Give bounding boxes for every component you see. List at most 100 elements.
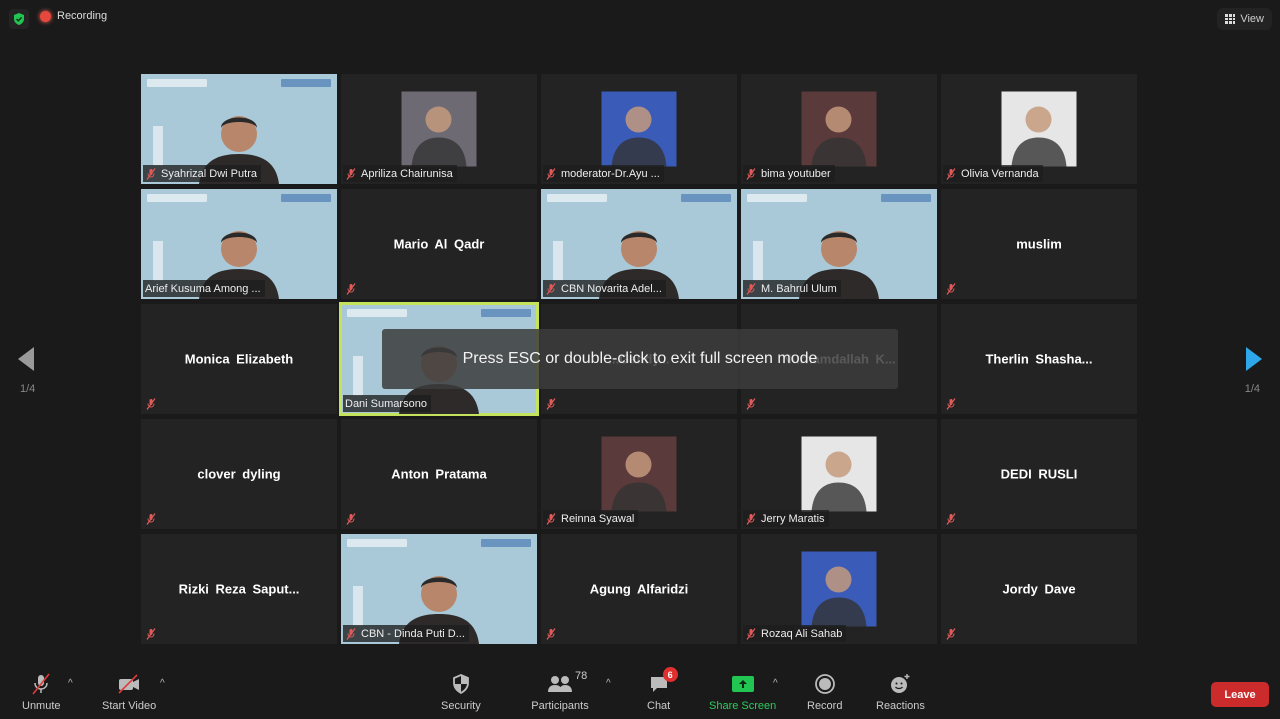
microphone-muted-icon: [945, 282, 957, 295]
start-video-button[interactable]: Start Video: [102, 672, 156, 712]
view-label: View: [1240, 13, 1264, 25]
share-screen-button[interactable]: Share Screen: [709, 672, 776, 712]
participant-tile[interactable]: moderator-Dr.Ayu ...: [541, 74, 737, 184]
participant-name: Rozaq Ali Sahab: [761, 627, 843, 640]
participant-tile[interactable]: M. Bahrul Ulum: [741, 189, 937, 299]
microphone-muted-icon: [745, 167, 757, 180]
microphone-muted-icon: [345, 282, 357, 295]
microphone-muted-icon: [345, 167, 357, 180]
participant-name: Reinna Syawal: [561, 512, 635, 525]
microphone-muted-icon: [545, 167, 557, 180]
participant-name-label: [943, 395, 961, 412]
share-options-caret-icon[interactable]: ^: [773, 678, 778, 689]
participant-tile[interactable]: Therlin Shasha...: [941, 304, 1137, 414]
background-building: [153, 126, 163, 166]
view-button[interactable]: View: [1217, 8, 1272, 30]
participant-name-label: [543, 395, 561, 412]
participant-name-label: [943, 510, 961, 527]
participant-tile[interactable]: Monica Elizabeth: [141, 304, 337, 414]
participant-tile[interactable]: Mario Al Qadr: [341, 189, 537, 299]
microphone-muted-icon: [545, 512, 557, 525]
background-building: [553, 241, 563, 281]
page-indicator-left: 1/4: [20, 383, 36, 395]
audio-options-caret-icon[interactable]: ^: [68, 678, 73, 689]
microphone-muted-icon: [145, 627, 157, 640]
participant-tile[interactable]: Olivia Vernanda: [941, 74, 1137, 184]
microphone-muted-icon: [945, 512, 957, 525]
recording-indicator[interactable]: Recording: [40, 10, 107, 22]
microphone-muted-icon: [145, 512, 157, 525]
participants-options-caret-icon[interactable]: ^: [606, 678, 611, 689]
participant-tile[interactable]: bima youtuber: [741, 74, 937, 184]
webinar-banner: [141, 74, 337, 102]
participant-name-label: Rozaq Ali Sahab: [743, 625, 847, 642]
participant-display-name: Monica Elizabeth: [184, 351, 294, 367]
participant-display-name: DEDI RUSLI: [1000, 466, 1078, 482]
microphone-muted-icon: [945, 397, 957, 410]
participant-name: Dani Sumarsono: [345, 397, 427, 410]
participant-profile-photo: [401, 91, 477, 167]
unmute-button[interactable]: Unmute: [22, 672, 61, 712]
participant-name: Apriliza Chairunisa: [361, 167, 453, 180]
unmute-label: Unmute: [22, 700, 61, 712]
microphone-muted-icon: [945, 167, 957, 180]
participant-tile[interactable]: Anton Pratama: [341, 419, 537, 529]
participant-name-label: [143, 510, 161, 527]
participant-display-name: clover dyling: [197, 466, 281, 482]
participant-tile[interactable]: Syahrizal Dwi Putra: [141, 74, 337, 184]
participant-name-label: [543, 625, 561, 642]
participant-profile-photo: [801, 436, 877, 512]
participant-name: CBN - Dinda Puti D...: [361, 627, 465, 640]
participant-tile[interactable]: muslim: [941, 189, 1137, 299]
previous-page-arrow-icon[interactable]: [18, 347, 34, 371]
meeting-toolbar: Unmute ^ Start Video ^ Security 78 Parti…: [0, 664, 1280, 719]
participant-tile[interactable]: Jordy Dave: [941, 534, 1137, 644]
participant-tile[interactable]: CBN - Dinda Puti D...: [341, 534, 537, 644]
webinar-banner: [341, 304, 537, 332]
record-circle-icon: [814, 672, 836, 696]
participants-button[interactable]: 78 Participants: [531, 670, 589, 712]
participant-tile[interactable]: Reinna Syawal: [541, 419, 737, 529]
recording-dot-icon: [40, 10, 51, 22]
microphone-muted-icon: [145, 167, 157, 180]
participant-tile[interactable]: DEDI RUSLI: [941, 419, 1137, 529]
participant-name-label: Dani Sumarsono: [343, 395, 431, 412]
security-button[interactable]: Security: [441, 672, 481, 712]
participant-profile-photo: [601, 436, 677, 512]
participant-display-name: Mario Al Qadr: [393, 236, 485, 252]
participants-icon: 78: [531, 670, 589, 696]
next-page-arrow-icon[interactable]: [1246, 347, 1262, 371]
participant-tile[interactable]: Jerry Maratis: [741, 419, 937, 529]
microphone-muted-icon: [345, 512, 357, 525]
microphone-muted-icon: [745, 512, 757, 525]
microphone-muted-icon: [745, 397, 757, 410]
participant-display-name: muslim: [1016, 236, 1062, 252]
participant-name-label: [343, 510, 361, 527]
security-shield-icon[interactable]: [9, 9, 29, 29]
video-options-caret-icon[interactable]: ^: [160, 678, 165, 689]
participant-tile[interactable]: Rizki Reza Saput...: [141, 534, 337, 644]
participant-tile[interactable]: CBN Novarita Adel...: [541, 189, 737, 299]
participant-name: Jerry Maratis: [761, 512, 825, 525]
reactions-button[interactable]: Reactions: [876, 672, 925, 712]
microphone-muted-icon: [945, 627, 957, 640]
participant-tile[interactable]: Apriliza Chairunisa: [341, 74, 537, 184]
participant-name: Olivia Vernanda: [961, 167, 1039, 180]
webinar-banner: [541, 189, 737, 217]
participant-tile[interactable]: Rozaq Ali Sahab: [741, 534, 937, 644]
participant-display-name: Agung Alfaridzi: [589, 581, 689, 597]
record-button[interactable]: Record: [807, 672, 842, 712]
participant-tile[interactable]: Agung Alfaridzi: [541, 534, 737, 644]
leave-button[interactable]: Leave: [1211, 682, 1269, 707]
participant-name-label: Arief Kusuma Among ...: [143, 280, 265, 297]
participant-name-label: Olivia Vernanda: [943, 165, 1043, 182]
participant-display-name: Therlin Shasha...: [985, 351, 1093, 367]
participant-name-label: [743, 395, 761, 412]
microphone-muted-icon: [745, 627, 757, 640]
share-screen-label: Share Screen: [709, 700, 777, 712]
participant-tile[interactable]: Arief Kusuma Among ...: [141, 189, 337, 299]
microphone-muted-icon: [545, 397, 557, 410]
participant-display-name: Rizki Reza Saput...: [178, 581, 300, 597]
chat-button[interactable]: 6 Chat: [647, 667, 678, 712]
participant-tile[interactable]: clover dyling: [141, 419, 337, 529]
